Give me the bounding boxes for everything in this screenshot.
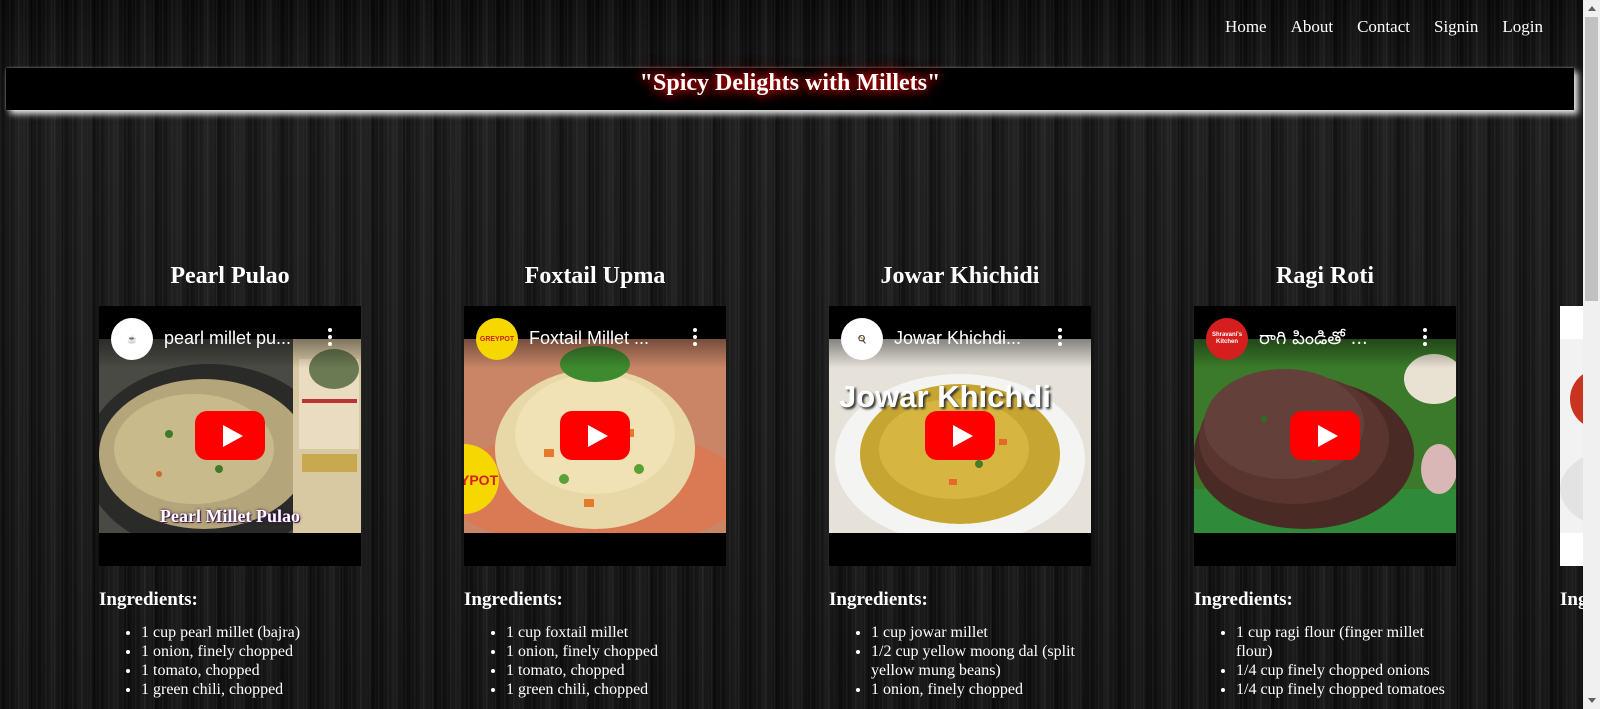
video-embed[interactable]: YPOT GREYPOT Foxtail Millet ... (464, 306, 726, 566)
ingredients-heading: Ingredients: (99, 589, 198, 610)
ingredients-list: 1 cup foxtail millet 1 onion, finely cho… (464, 623, 726, 699)
nav-login-link[interactable]: Login (1502, 17, 1543, 37)
list-item: 1 cup ragi flour (finger millet flour) (1236, 623, 1456, 661)
list-item: 1 onion, finely chopped (871, 680, 1091, 699)
list-item: 1/4 cup finely chopped tomatoes (1236, 680, 1456, 699)
top-nav: Home About Contact Signin Login (1225, 17, 1543, 37)
more-options-icon[interactable] (327, 328, 333, 348)
ingredients-list: 1 cup jowar millet 1/2 cup yellow moong … (829, 623, 1091, 699)
list-item: 1 cup pearl millet (bajra) (141, 623, 361, 642)
ingredients-heading: Ingredients: (464, 589, 563, 610)
video-title[interactable]: Foxtail Millet ... (529, 328, 684, 349)
play-button-icon[interactable] (1290, 411, 1360, 460)
scrollbar-thumb[interactable] (1585, 17, 1598, 301)
video-embed[interactable]: Pearl Millet Pulao ☕ pearl millet pu... (99, 306, 361, 566)
svg-text:YPOT: YPOT (464, 472, 499, 488)
ingredients-list: 1 cup ragi flour (finger millet flour) 1… (1194, 623, 1456, 699)
ingredients-heading: Ing (1560, 589, 1583, 610)
nav-signin-link[interactable]: Signin (1434, 17, 1478, 37)
recipe-card: Pearl Pulao Pearl Millet Pulao ☕ pearl m… (99, 263, 361, 699)
recipe-card: Foxtail Upma YPOT GREYPOT Foxtail Millet… (464, 263, 726, 699)
thumbnail-caption: Jowar Khichdi (839, 379, 1051, 414)
list-item: 1 onion, finely chopped (506, 642, 726, 661)
list-item: 1/2 cup yellow moong dal (split yellow m… (871, 642, 1091, 680)
video-embed[interactable]: Shravani's Kitchen రాగి పిండితో ... (1194, 306, 1456, 566)
channel-avatar[interactable]: GREYPOT (476, 318, 518, 360)
thumbnail-caption: Pearl Millet Pulao (160, 506, 300, 526)
scroll-up-icon[interactable] (1583, 0, 1600, 17)
more-options-icon[interactable] (1057, 328, 1063, 348)
list-item: 1 tomato, chopped (141, 661, 361, 680)
vertical-scrollbar[interactable] (1583, 0, 1600, 709)
list-item: 1/4 cup finely chopped onions (1236, 661, 1456, 680)
list-item: 1 cup jowar millet (871, 623, 1091, 642)
channel-avatar[interactable]: 🍳 (841, 318, 883, 360)
ingredients-heading: Ingredients: (1194, 589, 1293, 610)
video-embed[interactable]: Jowar Khichdi 🍳 Jowar Khichdi... (829, 306, 1091, 566)
nav-about-link[interactable]: About (1291, 17, 1334, 37)
channel-avatar[interactable]: ☕ (111, 318, 153, 360)
recipe-card: Ing (1560, 263, 1583, 611)
scroll-down-icon[interactable] (1583, 692, 1600, 709)
list-item: 1 onion, finely chopped (141, 642, 361, 661)
recipe-cards: Pearl Pulao Pearl Millet Pulao ☕ pearl m… (0, 263, 1583, 709)
nav-home-link[interactable]: Home (1225, 17, 1267, 37)
play-button-icon[interactable] (925, 411, 995, 460)
more-options-icon[interactable] (692, 328, 698, 348)
ingredients-list: 1 cup pearl millet (bajra) 1 onion, fine… (99, 623, 361, 699)
more-options-icon[interactable] (1422, 328, 1428, 348)
list-item: 1 tomato, chopped (506, 661, 726, 680)
recipe-card: Jowar Khichidi Jowar Khichdi 🍳 Jowar Khi… (829, 263, 1091, 699)
video-embed[interactable] (1560, 306, 1583, 566)
list-item: 1 green chili, chopped (141, 680, 361, 699)
channel-avatar[interactable]: Shravani's Kitchen (1206, 318, 1248, 360)
video-title[interactable]: Jowar Khichdi... (894, 328, 1049, 349)
list-item: 1 cup foxtail millet (506, 623, 726, 642)
recipe-card: Ragi Roti Shravani's Kitchen రాగి పిండిత… (1194, 263, 1456, 699)
list-item: 1 green chili, chopped (506, 680, 726, 699)
page-banner: "Spicy Delights with Millets" (6, 68, 1574, 110)
play-button-icon[interactable] (195, 411, 265, 460)
play-button-icon[interactable] (560, 411, 630, 460)
nav-contact-link[interactable]: Contact (1357, 17, 1410, 37)
page-title: "Spicy Delights with Millets" (639, 70, 941, 96)
video-title[interactable]: pearl millet pu... (164, 328, 319, 349)
video-title[interactable]: రాగి పిండితో ... (1259, 328, 1414, 353)
ingredients-heading: Ingredients: (829, 589, 928, 610)
video-thumbnail (1560, 339, 1583, 533)
